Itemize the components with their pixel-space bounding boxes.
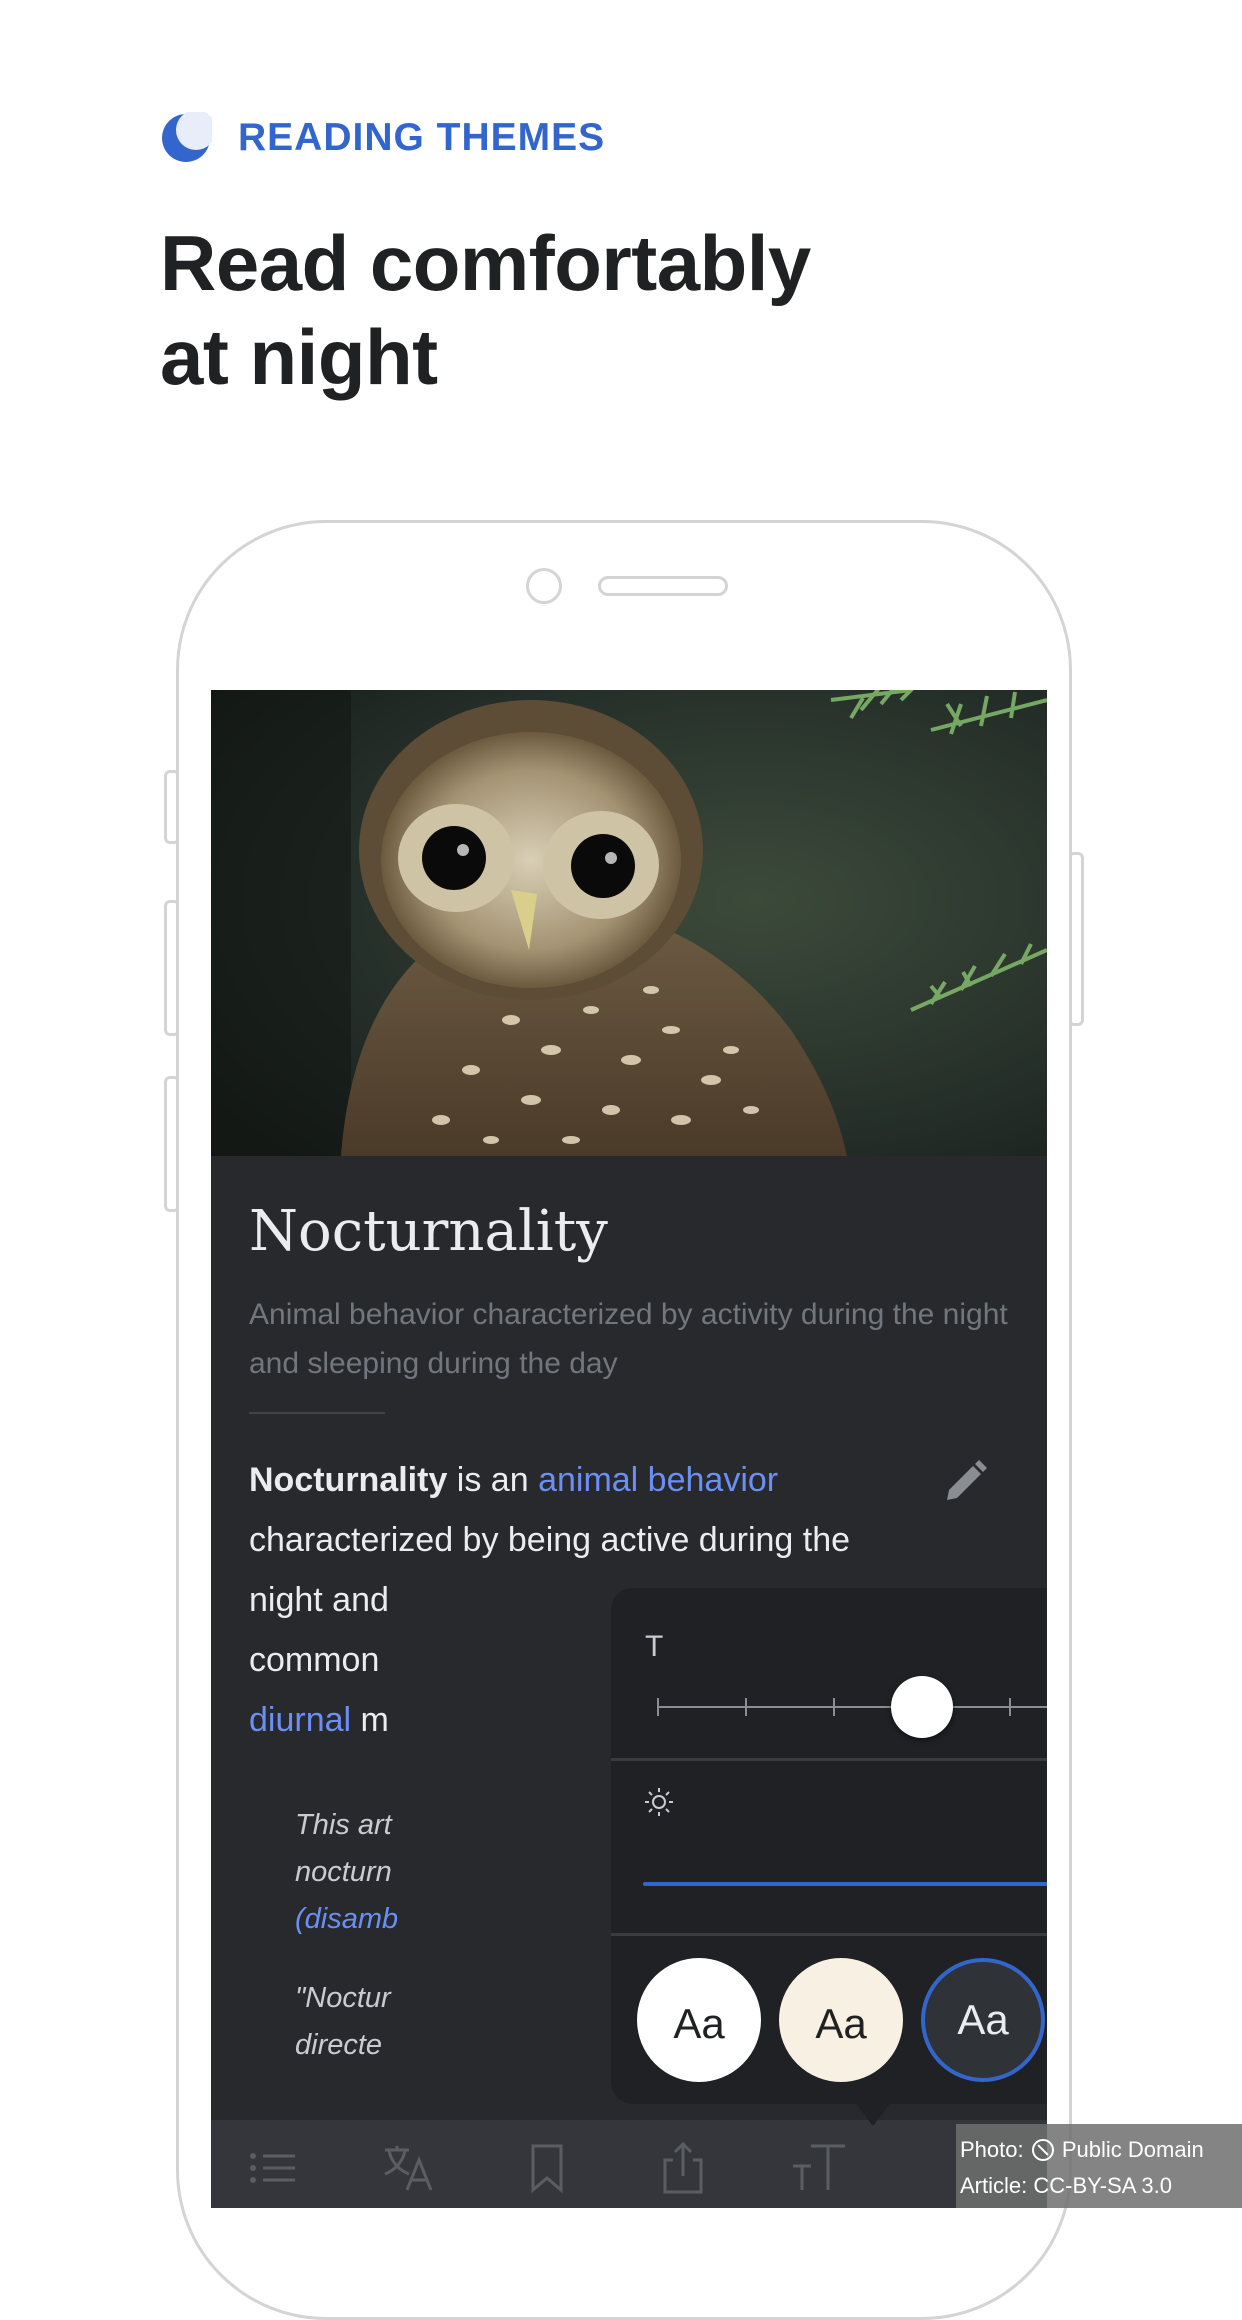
text-size-icon[interactable] — [789, 2140, 849, 2196]
photo-credit: Photo: Public Domain — [960, 2132, 1242, 2168]
body-line-1: Nocturnality is an animal behavior — [249, 1450, 1009, 1510]
article-title: Nocturnality — [249, 1199, 608, 1264]
moon-icon — [162, 112, 212, 162]
link-animal-behavior[interactable]: animal behavior — [538, 1461, 778, 1499]
bottom-toolbar — [211, 2120, 1047, 2208]
photo-credit-label: Photo: — [960, 2137, 1024, 2162]
phone-camera — [526, 568, 562, 604]
theme-light-button[interactable]: Aa — [637, 1958, 761, 2082]
slider-tick — [745, 1698, 747, 1716]
page-headline: Read comfortably at night — [160, 216, 1060, 404]
phone-speaker — [598, 576, 728, 596]
article-license: Article: CC-BY-SA 3.0 — [960, 2173, 1172, 2198]
slider-tick — [1009, 1698, 1011, 1716]
share-icon[interactable] — [653, 2140, 713, 2196]
image-credit: Photo: Public Domain Article: CC-BY-SA 3… — [956, 2124, 1242, 2208]
body-text: m — [351, 1701, 389, 1739]
photo-license: Public Domain — [1061, 2137, 1204, 2162]
app-screen: Nocturnality Animal behavior characteriz… — [211, 690, 1047, 2208]
brightness-track — [643, 1882, 1047, 1886]
title-divider — [249, 1412, 385, 1414]
language-icon[interactable] — [381, 2140, 441, 2196]
font-size-track — [657, 1706, 1047, 1708]
appearance-popover: T T — [611, 1588, 1047, 2104]
font-size-thumb[interactable] — [891, 1676, 953, 1738]
article-description: Animal behavior characterized by activit… — [249, 1298, 1008, 1380]
headline-line-2: at night — [160, 313, 438, 401]
article-lead-image[interactable] — [211, 690, 1047, 1156]
brightness-low-icon — [645, 1788, 673, 1816]
slider-tick — [657, 1698, 659, 1716]
body-line-2: characterized by being active during the — [249, 1521, 851, 1559]
bold-term: Nocturnality — [249, 1461, 448, 1499]
public-domain-icon — [1031, 2139, 1054, 2161]
body-text: is an — [447, 1461, 539, 1499]
popover-separator — [611, 1933, 1047, 1936]
font-size-small-label: T — [645, 1630, 664, 1663]
theme-dark-button[interactable]: Aa — [921, 1958, 1045, 2082]
theme-sepia-button[interactable]: Aa — [779, 1958, 903, 2082]
popover-separator — [611, 1758, 1047, 1761]
link-diurnal[interactable]: diurnal — [249, 1701, 351, 1739]
edit-pencil-icon[interactable] — [939, 1456, 991, 1508]
slider-tick — [833, 1698, 835, 1716]
table-of-contents-icon[interactable] — [245, 2140, 305, 2196]
section-tag: READING THEMES — [238, 116, 606, 159]
headline-line-1: Read comfortably — [160, 219, 811, 307]
bookmark-icon[interactable] — [517, 2140, 577, 2196]
